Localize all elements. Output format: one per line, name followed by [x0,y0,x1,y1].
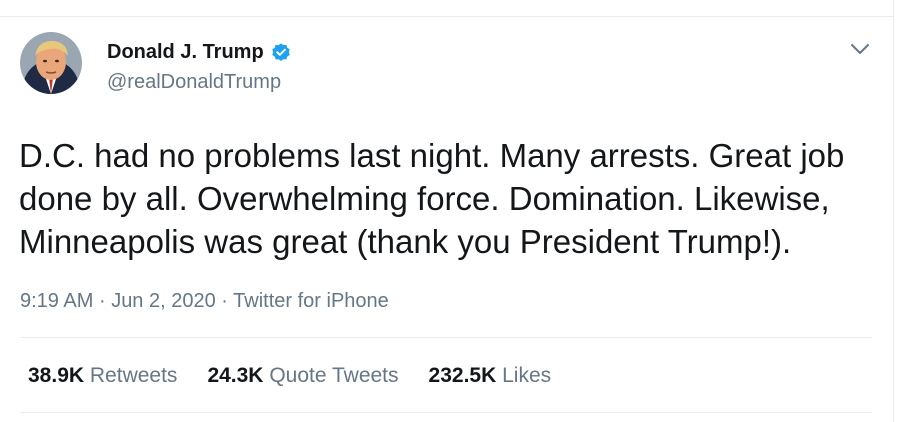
separator: · [98,290,106,312]
tweet-time[interactable]: 9:19 AM [20,290,93,312]
engagement-stats: 38.9K Retweets 24.3K Quote Tweets 232.5K… [28,364,581,388]
quote-tweets-stat[interactable]: 24.3K Quote Tweets [207,364,398,388]
right-divider [893,0,894,422]
verified-badge-icon [270,42,292,64]
tweet-source[interactable]: Twitter for iPhone [233,290,389,312]
likes-label: Likes [502,364,552,387]
avatar-image [20,32,82,94]
tweet-date[interactable]: Jun 2, 2020 [111,290,216,312]
stats-bottom-divider [20,412,872,413]
separator: · [221,290,228,312]
author-name-row[interactable]: Donald J. Trump [107,41,292,64]
avatar[interactable] [20,32,82,94]
likes-stat[interactable]: 232.5K Likes [429,364,552,388]
quote-tweets-label: Quote Tweets [269,364,399,387]
author-name[interactable]: Donald J. Trump [107,41,264,64]
stats-top-divider [20,337,872,338]
retweets-stat[interactable]: 38.9K Retweets [28,364,177,388]
retweets-label: Retweets [89,364,178,387]
top-divider [0,16,893,17]
retweets-count: 38.9K [28,364,85,387]
tweet-metadata: 9:19 AM · Jun 2, 2020 · Twitter for iPho… [20,290,389,313]
author-handle[interactable]: @realDonaldTrump [107,71,281,94]
likes-count: 232.5K [428,364,497,387]
tweet-text: D.C. had no problems last night. Many ar… [19,137,845,260]
quote-tweets-count: 24.3K [207,364,264,387]
chevron-down-icon[interactable] [849,40,871,58]
